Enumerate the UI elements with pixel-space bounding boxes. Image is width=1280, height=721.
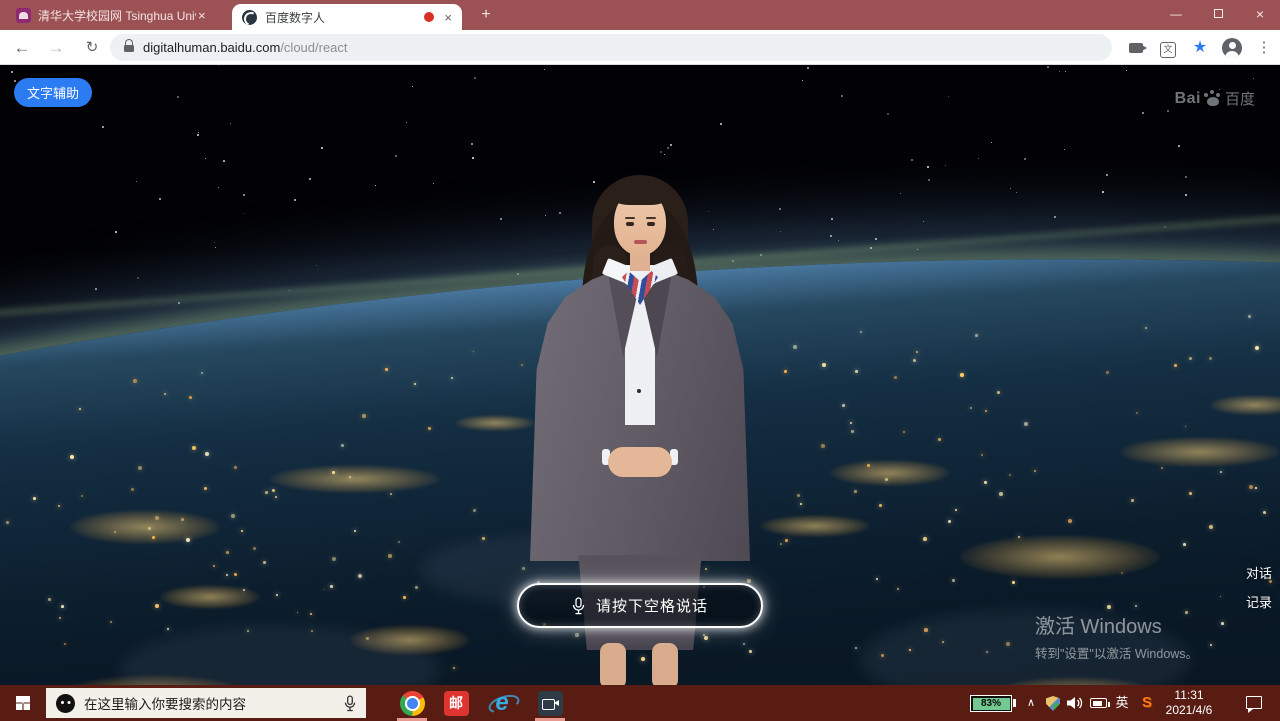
record-menu-item[interactable]: 记录 bbox=[1246, 592, 1272, 611]
forward-button[interactable]: → bbox=[44, 36, 68, 60]
start-button[interactable] bbox=[0, 685, 46, 721]
sogou-input-icon[interactable]: S bbox=[1138, 685, 1156, 721]
profile-avatar-button[interactable] bbox=[1220, 36, 1244, 60]
microphone-icon bbox=[572, 597, 585, 615]
taskbar-chrome-button[interactable] bbox=[394, 689, 430, 717]
avatar-brow bbox=[625, 217, 635, 219]
ime-indicator[interactable]: 英 bbox=[1112, 685, 1132, 721]
refresh-button[interactable]: ↻ bbox=[80, 36, 104, 60]
action-center-icon[interactable] bbox=[1246, 696, 1262, 709]
video-camera-icon bbox=[538, 691, 563, 716]
avatar-eye bbox=[647, 222, 655, 226]
tab-close-icon[interactable]: × bbox=[198, 8, 206, 23]
avatar-hands bbox=[608, 447, 672, 477]
browser-toolbar: ← → ↻ digitalhuman.baidu.com/cloud/react… bbox=[0, 30, 1280, 65]
baidu-watermark: Bai 百度 bbox=[1175, 88, 1255, 109]
date: 2021/4/6 bbox=[1158, 703, 1220, 718]
windows-taskbar: 在这里输入你要搜索的内容 邮 e 83% ∧ 英 S bbox=[0, 685, 1280, 721]
new-tab-button[interactable]: + bbox=[474, 4, 498, 27]
bookmark-star-icon[interactable]: ★ bbox=[1188, 36, 1212, 60]
maximize-icon bbox=[1214, 9, 1223, 18]
taskbar-mail-button[interactable]: 邮 bbox=[438, 689, 474, 717]
avatar-hair-fringe bbox=[610, 179, 670, 205]
page-viewport: 文字辅助 Bai 百度 请按下空格说话 对话 记录 激活 Windows 转到"… bbox=[0, 65, 1280, 685]
battery-tray-icon[interactable] bbox=[1090, 698, 1107, 708]
avatar-leg bbox=[600, 643, 626, 685]
speaker-icon[interactable] bbox=[1066, 696, 1084, 710]
camera-permission-icon[interactable] bbox=[1124, 36, 1148, 60]
internet-explorer-icon: e bbox=[490, 691, 515, 716]
address-bar[interactable]: digitalhuman.baidu.com/cloud/react bbox=[110, 34, 1112, 61]
search-mic-icon[interactable] bbox=[344, 695, 356, 712]
time: 11:31 bbox=[1158, 688, 1220, 703]
tab-title: 清华大学校园网 Tsinghua Univ bbox=[38, 7, 196, 24]
search-assistant-icon bbox=[56, 694, 75, 713]
battery-nub bbox=[1013, 699, 1016, 707]
side-menu: 对话 记录 bbox=[1246, 563, 1272, 621]
baidu-paw-icon bbox=[1203, 90, 1223, 107]
taskbar-search-box[interactable]: 在这里输入你要搜索的内容 bbox=[46, 688, 366, 718]
tray-expand-icon[interactable]: ∧ bbox=[1022, 685, 1040, 721]
chrome-icon bbox=[400, 691, 425, 716]
browser-menu-icon[interactable]: ⋮ bbox=[1252, 36, 1276, 60]
taskbar-clock[interactable]: 11:31 2021/4/6 bbox=[1158, 688, 1220, 721]
avatar-lips bbox=[634, 240, 647, 244]
tab-close-icon[interactable]: × bbox=[444, 10, 452, 25]
tsinghua-favicon bbox=[16, 8, 31, 23]
search-placeholder: 在这里输入你要搜索的内容 bbox=[84, 693, 344, 713]
tab-digital-human[interactable]: 百度数字人 × bbox=[232, 4, 462, 30]
url-text: digitalhuman.baidu.com/cloud/react bbox=[143, 40, 348, 55]
tab-title: 百度数字人 bbox=[265, 9, 420, 26]
browser-tab-strip: 清华大学校园网 Tsinghua Univ × 百度数字人 × + — × bbox=[0, 0, 1280, 30]
text-assist-button[interactable]: 文字辅助 bbox=[14, 78, 92, 107]
window-maximize-button[interactable] bbox=[1198, 0, 1238, 29]
window-minimize-button[interactable]: — bbox=[1156, 0, 1196, 29]
avatar-icon bbox=[1222, 38, 1242, 58]
window-close-button[interactable]: × bbox=[1240, 0, 1280, 29]
avatar-leg bbox=[652, 643, 678, 685]
battery-percent: 83% bbox=[973, 698, 1010, 710]
avatar-eye bbox=[626, 222, 634, 226]
dialog-menu-item[interactable]: 对话 bbox=[1246, 563, 1272, 582]
screen: 清华大学校园网 Tsinghua Univ × 百度数字人 × + — × ← … bbox=[0, 0, 1280, 721]
taskbar-ie-button[interactable]: e bbox=[484, 689, 520, 717]
activate-windows-watermark: 激活 Windows 转到"设置"以激活 Windows。 bbox=[1035, 610, 1198, 662]
windows-logo-icon bbox=[16, 696, 30, 710]
globe-favicon bbox=[242, 10, 257, 25]
back-button[interactable]: ← bbox=[10, 36, 34, 60]
battery-level-badge[interactable]: 83% bbox=[970, 695, 1012, 712]
lock-icon bbox=[124, 43, 134, 52]
taskbar-camera-button[interactable] bbox=[532, 689, 568, 717]
defender-shield-icon[interactable] bbox=[1046, 696, 1060, 711]
translate-icon[interactable]: 文 bbox=[1156, 36, 1180, 60]
mail-icon: 邮 bbox=[444, 691, 469, 716]
push-to-talk-button[interactable]: 请按下空格说话 bbox=[517, 583, 763, 628]
avatar-jacket-button bbox=[637, 389, 641, 393]
avatar-brow bbox=[646, 217, 656, 219]
recording-indicator-icon bbox=[424, 12, 434, 22]
tab-tsinghua[interactable]: 清华大学校园网 Tsinghua Univ × bbox=[10, 0, 232, 30]
